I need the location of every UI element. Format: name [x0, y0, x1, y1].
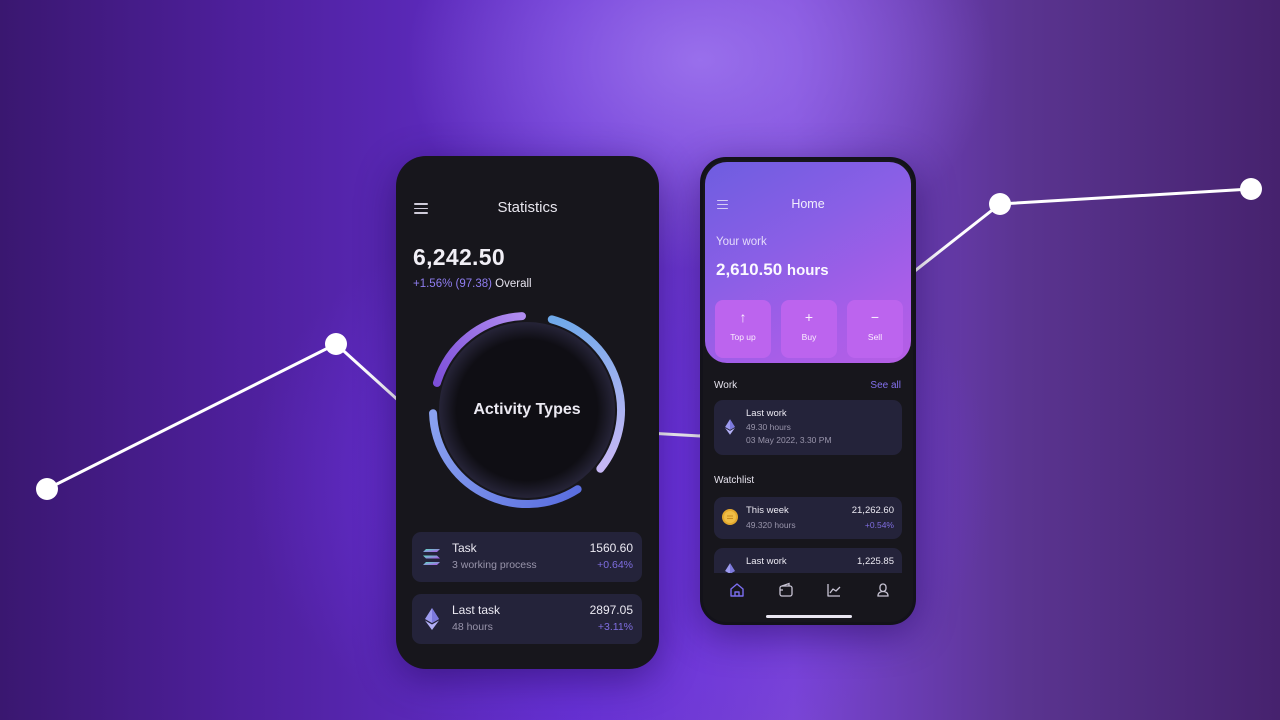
watchlist-scroll[interactable]: Last work 1,225.85: [703, 490, 913, 573]
item-value: 1,225.85: [857, 556, 894, 567]
chart-icon[interactable]: [826, 582, 842, 598]
arrow-up-icon: ↑: [739, 309, 747, 325]
background-point: [989, 193, 1011, 215]
background-point: [325, 333, 347, 355]
item-change: +3.11%: [597, 621, 633, 633]
action-buttons: ↑ Top up + Buy − Sell: [715, 300, 903, 358]
statistics-header: Statistics: [396, 198, 659, 220]
item-value: 1560.60: [589, 541, 633, 555]
background-point: [36, 478, 58, 500]
activity-types-ring[interactable]: Activity Types: [426, 309, 628, 511]
work-label: Your work: [716, 236, 767, 248]
work-amount-unit: hours: [786, 262, 829, 279]
sell-button[interactable]: − Sell: [847, 300, 903, 358]
item-subtitle: 3 working process: [452, 559, 537, 571]
solana-icon: [423, 549, 440, 565]
item-title: Last work: [746, 408, 787, 419]
work-amount-value: 2,610.50: [716, 260, 783, 279]
item-change: +0.64%: [597, 559, 633, 571]
item-value: 2897.05: [589, 603, 633, 617]
home-icon[interactable]: [729, 582, 745, 598]
plus-icon: +: [804, 309, 814, 325]
home-indicator: [766, 615, 852, 618]
ethereum-icon: [425, 608, 439, 630]
last-work-card[interactable]: Last work 49.30 hours 03 May 2022, 3.30 …: [714, 400, 902, 455]
ring-label: Activity Types: [473, 401, 581, 418]
item-title: Last task: [452, 603, 501, 617]
minus-icon: −: [870, 309, 880, 325]
change-value: +1.56% (97.38): [413, 278, 492, 290]
list-item[interactable]: Last work 1,225.85: [714, 548, 902, 573]
button-label: Top up: [730, 332, 756, 342]
watchlist-label: Watchlist: [714, 475, 755, 486]
item-hours: 49.30 hours: [746, 422, 791, 432]
statistics-phone: Statistics 6,242.50 +1.56% (97.38) Overa…: [396, 156, 659, 669]
home-header: Home: [705, 195, 911, 213]
list-item[interactable]: Last task 48 hours 2897.05 +3.11%: [412, 594, 642, 644]
home-phone: Home Your work 2,610.50 hours ↑ Top up +…: [700, 157, 916, 625]
profile-icon[interactable]: [875, 582, 891, 598]
work-section-label: Work: [714, 380, 738, 391]
total-value: 6,242.50: [413, 244, 505, 270]
change-label: Overall: [495, 278, 532, 290]
button-label: Sell: [867, 332, 883, 342]
buy-button[interactable]: + Buy: [781, 300, 837, 358]
background-point: [1240, 178, 1262, 200]
page-title: Statistics: [497, 199, 558, 216]
item-title: Last work: [746, 556, 787, 567]
ethereum-icon: [725, 419, 735, 435]
ethereum-icon: [725, 563, 735, 573]
wallet-icon[interactable]: [778, 582, 794, 598]
item-subtitle: 48 hours: [452, 621, 493, 633]
item-title: Task: [452, 541, 477, 555]
top-up-button[interactable]: ↑ Top up: [715, 300, 771, 358]
page-title: Home: [791, 197, 825, 211]
item-date: 03 May 2022, 3.30 PM: [746, 435, 832, 445]
list-item[interactable]: Task 3 working process 1560.60 +0.64%: [412, 532, 642, 582]
work-summary-card: Home Your work 2,610.50 hours ↑ Top up +…: [705, 162, 911, 363]
work-amount: 2,610.50 hours: [716, 260, 829, 280]
overall-change: +1.56% (97.38) Overall: [413, 278, 532, 290]
button-label: Buy: [801, 332, 817, 342]
see-all-link[interactable]: See all: [870, 380, 901, 391]
